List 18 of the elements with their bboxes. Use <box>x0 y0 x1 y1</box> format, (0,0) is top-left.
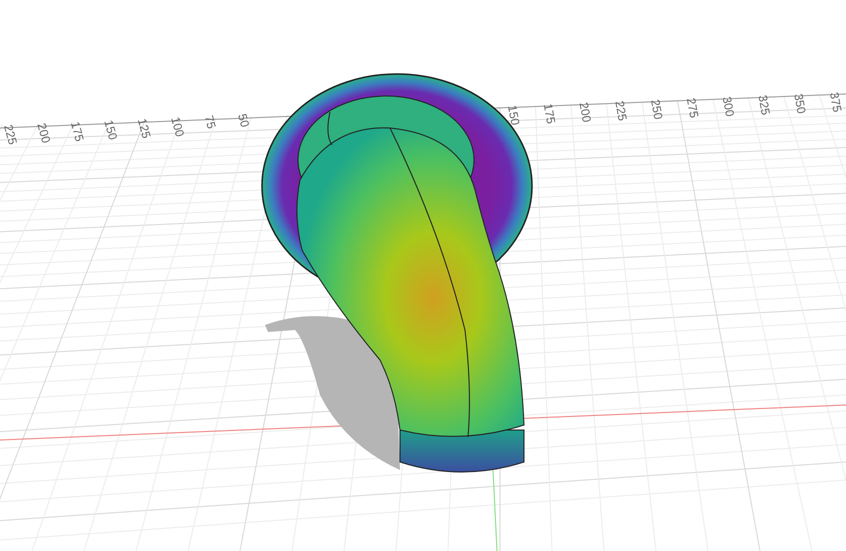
ruler-label: 175 <box>540 102 558 125</box>
ruler-label: 100 <box>168 115 187 138</box>
ruler-label: 150 <box>505 104 522 126</box>
ruler-label: 50 <box>235 112 252 129</box>
ruler-label: 150 <box>101 118 120 142</box>
ruler-label: 200 <box>34 122 54 145</box>
ruler-label: 350 <box>791 92 809 115</box>
ruler-label: 125 <box>134 116 154 140</box>
ruler-label: 175 <box>68 120 87 143</box>
ruler-label: 225 <box>1 123 20 146</box>
ruler-label: 250 <box>648 98 666 120</box>
ruler-label: 200 <box>576 101 594 124</box>
ruler-label: 300 <box>720 95 737 118</box>
ruler-label: 375 <box>827 91 844 114</box>
ruler-label: 75 <box>202 114 219 130</box>
ruler-label: 275 <box>684 96 702 120</box>
ruler-label: 225 <box>612 100 630 122</box>
ruler-label: 325 <box>756 94 773 116</box>
